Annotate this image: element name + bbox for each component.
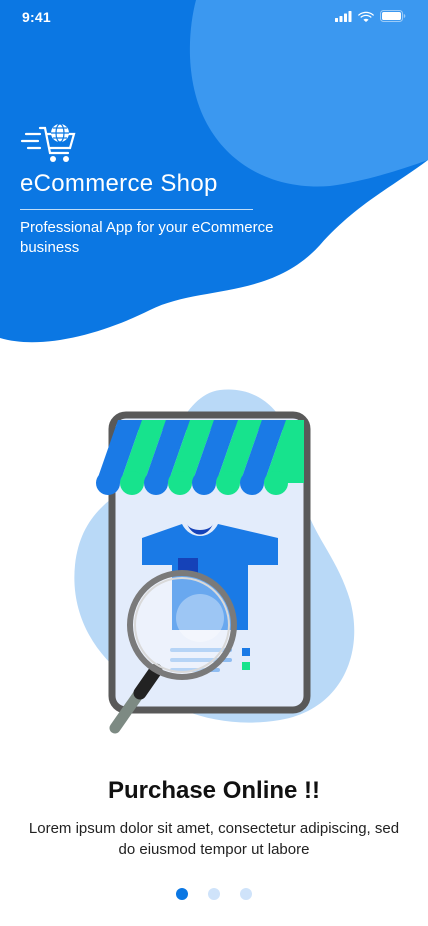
shop-search-illustration bbox=[74, 389, 355, 734]
signal-icon bbox=[335, 10, 352, 22]
slide-description: Lorem ipsum dolor sit amet, consectetur … bbox=[28, 820, 400, 858]
page-dot-2[interactable] bbox=[208, 888, 220, 900]
app-tagline: Professional App for your eCommerce busi… bbox=[20, 219, 274, 256]
status-time: 9:41 bbox=[22, 9, 51, 25]
app-title: eCommerce Shop bbox=[20, 170, 218, 197]
onboarding-screen: 9:41 eCommerce Shop Professional App for… bbox=[0, 0, 428, 926]
status-icons bbox=[335, 10, 406, 22]
status-bar: 9:41 bbox=[0, 0, 428, 34]
wifi-icon bbox=[358, 11, 374, 22]
fast-cart-globe-icon bbox=[20, 123, 76, 162]
page-dot-1[interactable] bbox=[176, 888, 188, 900]
battery-icon bbox=[380, 10, 406, 22]
page-dot-3[interactable] bbox=[240, 888, 252, 900]
slide-title: Purchase Online !! bbox=[107, 777, 321, 804]
title-divider bbox=[20, 209, 253, 210]
page-indicator bbox=[0, 888, 428, 900]
